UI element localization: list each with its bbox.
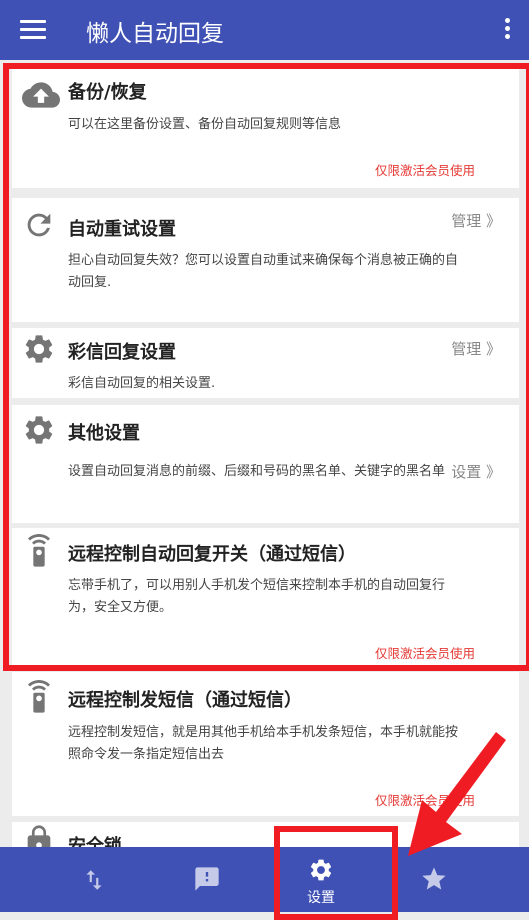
card-backup-restore[interactable]: 备份/恢复 可以在这里备份设置、备份自动回复规则等信息 仅限激活会员使用 [12, 68, 519, 188]
menu-icon[interactable] [20, 20, 46, 40]
card-description: 担心自动回复失效？您可以设置自动重试来确保每个消息被正确的自动回复. [68, 253, 459, 290]
card-title: 彩信回复设置 [68, 342, 176, 363]
cloud-upload-icon [22, 82, 60, 108]
card-description: 远程控制发短信，就是用其他手机给本手机发条短信，本手机就能按照命令发一条指定短信… [68, 725, 459, 762]
manage-link[interactable]: 管理 》 [451, 338, 501, 359]
card-description: 设置自动回复消息的前缀、后缀和号码的黑名单、关键字的黑名单 [68, 464, 446, 479]
star-icon [422, 867, 446, 890]
card-remote-send-sms[interactable]: 远程控制发短信（通过短信） 远程控制发短信，就是用其他手机给本手机发条短信，本手… [12, 672, 519, 816]
nav-item-feedback[interactable] [167, 847, 247, 912]
gear-icon [310, 859, 332, 881]
bottom-navigation: 设置 [0, 847, 529, 912]
member-only-label: 仅限激活会员使用 [374, 646, 475, 661]
card-title: 远程控制发短信（通过短信） [68, 690, 302, 711]
card-description: 忘带手机了，可以用别人手机发个短信来控制本手机的自动回复行为，安全又方便。 [68, 578, 446, 615]
card-remote-autoreply-switch[interactable]: 远程控制自动回复开关（通过短信） 忘带手机了，可以用别人手机发个短信来控制本手机… [12, 528, 519, 666]
gear-icon [25, 335, 53, 363]
card-description: 可以在这里备份设置、备份自动回复规则等信息 [68, 117, 342, 132]
card-description: 彩信自动回复的相关设置. [68, 376, 216, 391]
card-other-settings[interactable]: 其他设置 设置 》 设置自动回复消息的前缀、后缀和号码的黑名单、关键字的黑名单 [12, 405, 519, 523]
card-mms-reply[interactable]: 彩信回复设置 管理 》 彩信自动回复的相关设置. [12, 328, 519, 398]
member-only-label: 仅限激活会员使用 [374, 163, 475, 178]
more-options-icon[interactable] [505, 18, 511, 42]
app-title: 懒人自动回复 [86, 21, 224, 47]
refresh-icon [27, 213, 51, 237]
card-auto-retry[interactable]: 自动重试设置 管理 》 担心自动回复失效？您可以设置自动重试来确保每个消息被正确… [12, 198, 519, 322]
nav-item-favorites[interactable] [394, 847, 474, 912]
card-title: 其他设置 [68, 423, 140, 444]
swap-icon [86, 870, 102, 890]
card-title: 自动重试设置 [68, 219, 176, 240]
feedback-icon [195, 867, 219, 891]
nav-item-swap[interactable] [54, 847, 134, 912]
card-title: 备份/恢复 [68, 82, 147, 103]
card-title: 远程控制自动回复开关（通过短信） [68, 544, 356, 565]
member-only-label: 仅限激活会员使用 [374, 793, 475, 808]
remote-icon [27, 680, 51, 713]
nav-item-settings[interactable]: 设置 [281, 847, 361, 912]
manage-link[interactable]: 管理 》 [451, 210, 501, 231]
app-bar: 懒人自动回复 [0, 0, 529, 60]
nav-label-settings: 设置 [307, 890, 335, 906]
remote-icon [27, 534, 51, 567]
gear-icon [25, 416, 53, 444]
